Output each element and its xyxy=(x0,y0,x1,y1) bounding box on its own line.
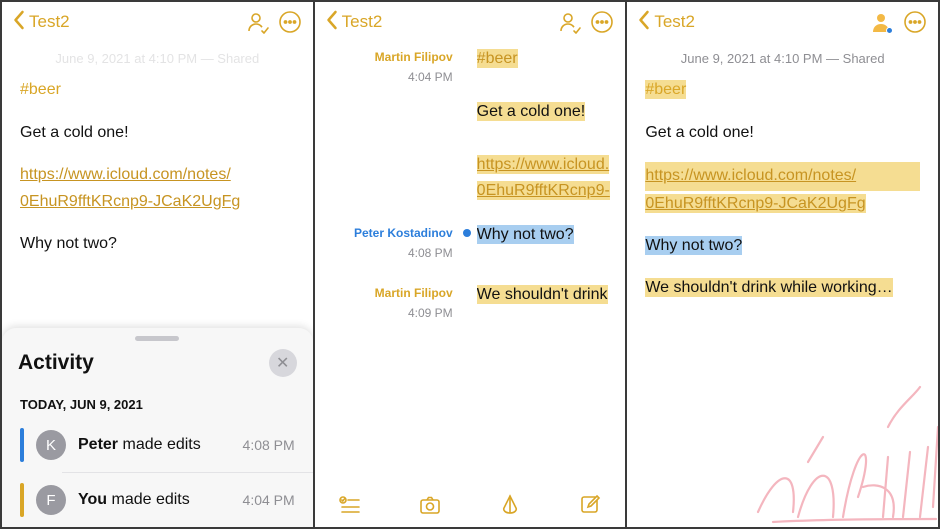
activity-time: 4:04 PM xyxy=(243,492,295,508)
note-line: Get a cold one! xyxy=(20,120,295,146)
activity-item[interactable]: F You made edits 4:04 PM xyxy=(2,473,313,527)
back-button[interactable]: Test2 xyxy=(637,10,695,35)
panel-highlighted: Test2 June 9, 2021 at 4:10 PM — Shared #… xyxy=(627,2,938,527)
badge-dot-icon xyxy=(886,27,893,34)
author-time: 4:08 PM xyxy=(319,244,453,264)
note-link-trunc[interactable]: https://www.icloud. xyxy=(477,156,610,173)
author-name: Peter Kostadinov xyxy=(354,226,453,240)
note-content[interactable]: June 9, 2021 at 4:10 PM — Shared #beer G… xyxy=(627,42,938,527)
camera-button[interactable] xyxy=(417,492,443,518)
activity-date-label: TODAY, JUN 9, 2021 xyxy=(2,387,313,418)
author-time: 4:09 PM xyxy=(319,304,453,324)
activity-color-bar xyxy=(20,483,24,517)
panel-attribution: Test2 Martin Filipov 4:04 PM #beer xyxy=(315,2,626,527)
more-button[interactable] xyxy=(277,9,303,35)
avatar: F xyxy=(36,485,66,515)
note-line: Why not two? xyxy=(477,225,574,244)
markup-button[interactable] xyxy=(497,492,523,518)
activity-text: You made edits xyxy=(78,491,243,509)
chevron-left-icon xyxy=(12,10,27,35)
note-line: Get a cold one! xyxy=(477,102,586,121)
note-line: Why not two? xyxy=(645,236,742,255)
note-meta-line: June 9, 2021 at 4:10 PM — Shared xyxy=(20,46,295,77)
more-button[interactable] xyxy=(902,9,928,35)
back-button[interactable]: Test2 xyxy=(12,10,70,35)
close-icon: ✕ xyxy=(276,353,289,373)
note-meta-line: June 9, 2021 at 4:10 PM — Shared xyxy=(645,46,920,77)
close-button[interactable]: ✕ xyxy=(269,349,297,377)
topbar: Test2 xyxy=(315,2,626,42)
note-link-trunc[interactable]: 0EhuR9fftKRcnp9- xyxy=(477,182,610,199)
topbar: Test2 xyxy=(2,2,313,42)
author-time: 4:04 PM xyxy=(319,68,453,88)
back-label: Test2 xyxy=(654,12,695,32)
bottom-toolbar xyxy=(315,483,626,527)
note-link-line2[interactable]: 0EhuR9fftKRcnp9-JCaK2UgFg xyxy=(20,193,240,210)
sheet-grabber[interactable] xyxy=(135,336,179,341)
hashtag[interactable]: #beer xyxy=(20,81,61,98)
author-name: Martin Filipov xyxy=(375,286,453,300)
author-dot xyxy=(463,229,471,237)
avatar: K xyxy=(36,430,66,460)
note-link-line2[interactable]: 0EhuR9fftKRcnp9-JCaK2UgFg xyxy=(645,195,865,212)
activity-sheet: Activity ✕ TODAY, JUN 9, 2021 K Peter ma… xyxy=(2,328,313,527)
note-line: We shouldn't drink xyxy=(477,285,608,304)
activity-color-bar xyxy=(20,428,24,462)
back-label: Test2 xyxy=(342,12,383,32)
topbar: Test2 xyxy=(627,2,938,42)
note-link-line1[interactable]: https://www.icloud.com/notes/ xyxy=(645,167,856,184)
activity-text: Peter made edits xyxy=(78,436,243,454)
activity-time: 4:08 PM xyxy=(243,437,295,453)
note-line: Get a cold one! xyxy=(645,120,920,146)
note-line: We shouldn't drink while working… xyxy=(645,278,892,297)
note-content-attributed[interactable]: Martin Filipov 4:04 PM #beer Get a cold … xyxy=(315,42,626,483)
activity-item[interactable]: K Peter made edits 4:08 PM xyxy=(2,418,313,472)
chevron-left-icon xyxy=(637,10,652,35)
compose-button[interactable] xyxy=(577,492,603,518)
more-button[interactable] xyxy=(589,9,615,35)
activity-title: Activity xyxy=(18,351,94,375)
back-button[interactable]: Test2 xyxy=(325,10,383,35)
collaborate-button[interactable] xyxy=(555,9,581,35)
hashtag[interactable]: #beer xyxy=(477,50,518,67)
author-name: Martin Filipov xyxy=(375,50,453,64)
hashtag[interactable]: #beer xyxy=(645,81,686,98)
note-link-line1[interactable]: https://www.icloud.com/notes/ xyxy=(20,166,231,183)
collaborate-button[interactable] xyxy=(243,9,269,35)
back-label: Test2 xyxy=(29,12,70,32)
collaborate-button[interactable] xyxy=(868,9,894,35)
note-line: Why not two? xyxy=(20,231,295,257)
checklist-button[interactable] xyxy=(337,492,363,518)
panel-activity-sheet: Test2 June 9, 2021 at 4:10 PM — Shared #… xyxy=(2,2,313,527)
chevron-left-icon xyxy=(325,10,340,35)
